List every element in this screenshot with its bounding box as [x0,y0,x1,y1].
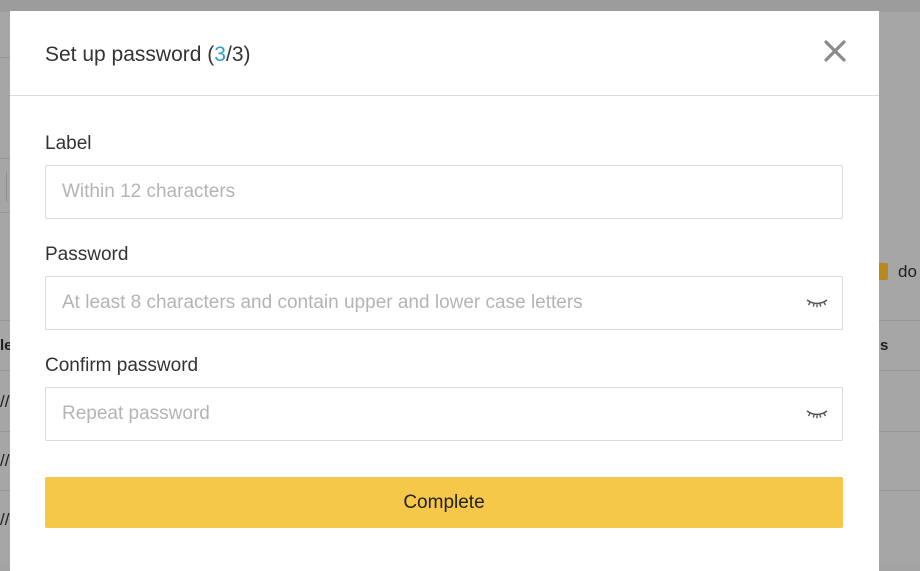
confirm-password-field-label: Confirm password [45,355,199,376]
background-divider [879,431,920,432]
step-close: ) [243,43,251,66]
label-field [45,165,843,219]
background-column-header: s [880,337,889,354]
password-input[interactable] [62,277,792,329]
background-row-text: // [0,510,10,529]
eye-closed-icon [806,299,828,308]
background-doc-label: do [898,262,917,281]
confirm-password-input[interactable] [62,388,792,440]
confirm-password-visibility-toggle[interactable] [804,403,830,423]
close-button[interactable] [823,39,847,63]
background-divider [0,57,10,58]
dialog-header: Set up password (3/3) [10,11,879,96]
background-divider [0,370,10,371]
label-field-label: Label [45,133,92,154]
password-field [45,276,843,330]
step-current: 3 [214,43,226,66]
password-field-label: Password [45,244,129,265]
background-divider [879,490,920,491]
background-row-text: // [0,392,10,411]
background-divider [0,320,10,321]
close-icon [824,40,846,62]
dialog-title: Set up password (3/3) [45,43,251,67]
label-input[interactable] [62,166,792,218]
background-divider [0,490,10,491]
password-visibility-toggle[interactable] [804,292,830,312]
complete-button[interactable]: Complete [45,477,843,528]
background-divider [0,431,10,432]
confirm-password-field [45,387,843,441]
eye-closed-icon [806,410,828,419]
step-total: 3 [231,43,244,66]
background-divider [0,158,10,159]
background-divider [879,370,920,371]
set-password-dialog: Set up password (3/3) Label Password Con… [10,11,879,571]
background-divider [0,212,10,213]
background-row-text: // [0,451,10,470]
background-input-edge [6,172,7,202]
dialog-title-text: Set up password [45,43,202,66]
background-divider [879,320,920,321]
